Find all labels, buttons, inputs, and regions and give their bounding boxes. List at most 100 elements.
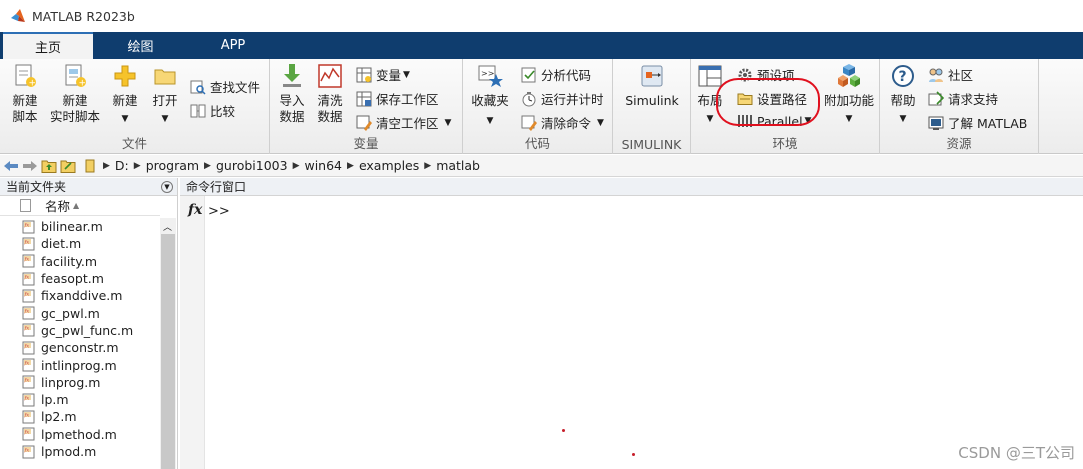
panel-menu-icon[interactable]: ▼ [161,180,173,193]
path-separator: ▶ [204,160,211,171]
analyze-code-icon [521,67,537,83]
new-live-script-button[interactable]: + 新建 实时脚本 [48,63,102,125]
path-segment-program[interactable]: program [146,158,199,173]
name-column-header[interactable]: 名称 ▲ [0,196,160,216]
command-prompt[interactable]: >> [208,204,230,219]
file-group: + 新建 脚本 + 新建 实时脚本 新建 ▼ 打开 ▼ 查找文件 比较 文件 [0,59,270,154]
clean-data-button[interactable]: 清洗 数据 [314,63,346,125]
file-list-scrollbar[interactable]: ︿ [160,218,176,469]
new-plus-icon [112,63,138,89]
run-and-time-button[interactable]: 运行并计时 [521,89,604,108]
file-list-item[interactable]: fx feasopt.m [0,270,160,287]
clean-data-icon [317,63,343,89]
file-list-item[interactable]: fx diet.m [0,235,160,252]
parallel-button[interactable]: Parallel ▼ [737,113,811,129]
file-list-item[interactable]: fx fixanddive.m [0,287,160,304]
file-list-item[interactable]: fx lp.m [0,391,160,408]
path-segment-matlab[interactable]: matlab [436,158,480,173]
preferences-button[interactable]: 预设项 [737,65,795,84]
path-separator: ▶ [103,160,110,171]
parallel-label: Parallel [757,113,803,129]
path-segment-examples[interactable]: examples [359,158,419,173]
file-list-item[interactable]: fx lp2.m [0,408,160,425]
path-segment-win64[interactable]: win64 [304,158,342,173]
new-script-button[interactable]: + 新建 脚本 [6,63,44,125]
command-window-title: 命令行窗口 [186,180,247,194]
addons-button[interactable]: 附加功能 ▼ [823,63,875,127]
file-list-item[interactable]: fx linprog.m [0,374,160,391]
m-file-icon: fx [22,306,35,320]
svg-text:fx: fx [24,274,30,280]
request-support-button[interactable]: 请求支持 [928,89,998,108]
open-folder-icon [152,63,178,89]
community-label: 社区 [948,68,974,83]
path-segment-drive[interactable]: D: [115,158,129,173]
find-files-button[interactable]: 查找文件 [190,77,260,96]
new-button[interactable]: 新建 ▼ [108,63,142,127]
save-workspace-label: 保存工作区 [376,92,439,107]
svg-text:fx: fx [24,395,30,401]
file-list-item[interactable]: fx gc_pwl.m [0,304,160,321]
import-data-button[interactable]: 导入 数据 [276,63,308,125]
browse-folder-icon[interactable] [60,158,76,174]
m-file-icon: fx [22,358,35,372]
file-name: gc_pwl_func.m [41,322,134,338]
matlab-logo-icon [11,9,25,22]
file-list-item[interactable]: fx bilinear.m [0,218,160,235]
back-arrow-icon[interactable] [3,158,19,174]
current-folder-header: 当前文件夹 ▼ [0,178,177,196]
variable-button[interactable]: 变量 ▼ [356,65,410,84]
fx-function-browser-icon[interactable]: fx [188,202,202,218]
clear-workspace-button[interactable]: 清空工作区 ▼ [356,113,451,132]
window-title: MATLAB R2023b [32,8,135,24]
tab-apps[interactable]: APP [188,32,278,59]
simulink-icon [639,63,665,89]
file-name: diet.m [41,236,82,252]
open-label: 打开 [152,93,178,108]
scrollbar-thumb[interactable] [161,234,175,469]
favorites-dropdown-caret: ▼ [486,116,494,126]
layout-button[interactable]: 布局 ▼ [695,63,725,127]
community-button[interactable]: 社区 [928,65,973,84]
variable-dropdown-caret: ▼ [403,69,410,80]
set-path-label: 设置路径 [757,92,808,107]
tab-home[interactable]: 主页 [3,32,93,59]
open-dropdown-caret: ▼ [161,114,169,124]
learn-matlab-button[interactable]: 了解 MATLAB [928,113,1027,132]
import-data-label: 导入 数据 [279,93,305,124]
file-list-item[interactable]: fx facility.m [0,253,160,270]
m-file-icon: fx [22,445,35,458]
file-name: linprog.m [41,374,101,390]
help-button[interactable]: ? 帮助 ▼ [886,63,920,127]
forward-arrow-icon[interactable] [22,158,38,174]
open-button[interactable]: 打开 ▼ [148,63,182,127]
svg-text:fx: fx [24,430,30,436]
file-list-item[interactable]: fx lpmod.m [0,443,160,460]
svg-text:?: ? [899,69,907,85]
save-workspace-button[interactable]: 保存工作区 [356,89,439,108]
simulink-button[interactable]: Simulink [623,63,681,109]
variable-grid-icon [356,67,372,83]
m-file-icon: fx [22,341,35,355]
file-name: lpmod.m [41,444,97,459]
tab-plots[interactable]: 绘图 [93,32,188,59]
command-window[interactable]: 命令行窗口 fx >> [180,178,1083,469]
simulink-group: Simulink SIMULINK [613,59,691,154]
file-list-item[interactable]: fx genconstr.m [0,339,160,356]
set-path-button[interactable]: 设置路径 [737,89,807,108]
svg-text:fx: fx [24,239,30,245]
clear-commands-button[interactable]: 清除命令 ▼ [521,113,604,132]
analyze-code-button[interactable]: 分析代码 [521,65,591,84]
compare-button[interactable]: 比较 [190,101,235,120]
favorites-button[interactable]: >> 收藏夹 ▼ [469,63,511,129]
m-file-icon: fx [22,427,35,441]
file-list-item[interactable]: fx lpmethod.m [0,426,160,443]
simulink-label: Simulink [625,93,679,108]
select-all-checkbox-icon[interactable] [20,199,31,212]
path-segment-gurobi[interactable]: gurobi1003 [216,158,288,173]
up-folder-icon[interactable] [41,158,57,174]
scroll-up-icon[interactable]: ︿ [163,220,172,233]
file-list-item[interactable]: fx gc_pwl_func.m [0,322,160,339]
help-label: 帮助 [890,93,916,108]
file-list-item[interactable]: fx intlinprog.m [0,356,160,373]
